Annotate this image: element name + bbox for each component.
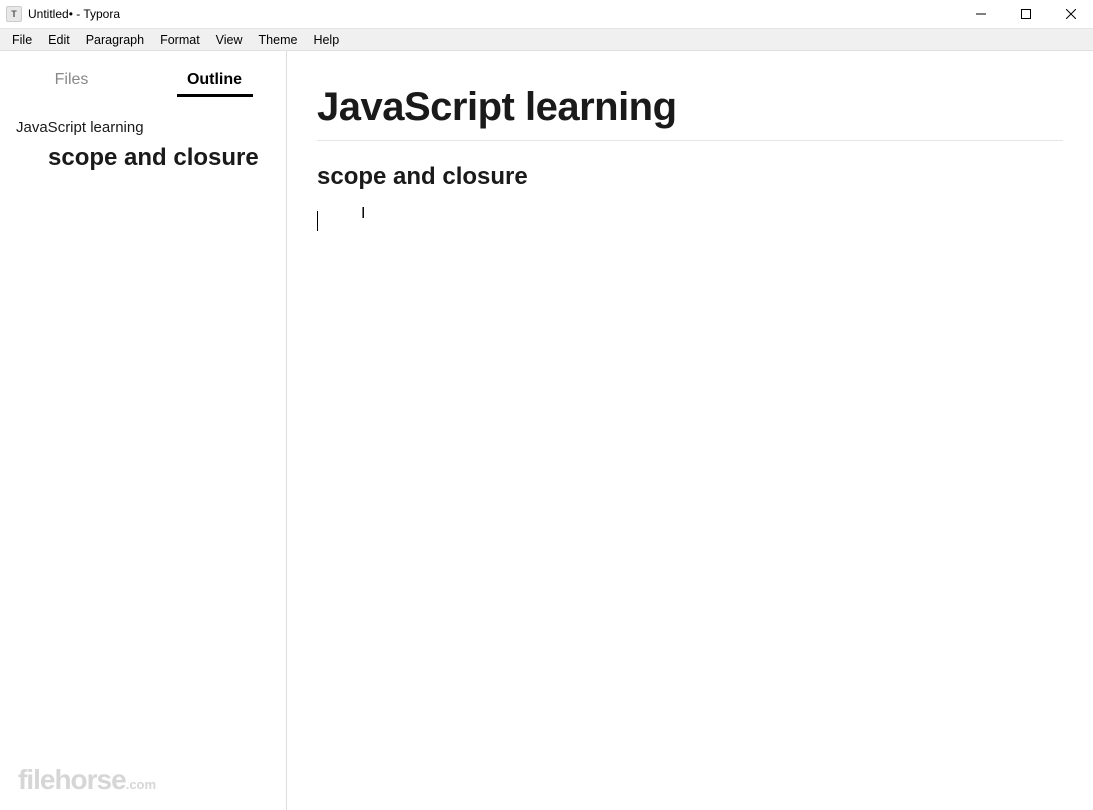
outline-item-h2[interactable]: scope and closure (0, 140, 286, 176)
editor[interactable]: JavaScript learning scope and closure I (287, 51, 1093, 810)
window-title: Untitled• - Typora (28, 7, 120, 21)
minimize-button[interactable] (958, 0, 1003, 28)
titlebar: T Untitled• - Typora (0, 0, 1093, 29)
heading-2[interactable]: scope and closure (317, 163, 1063, 191)
watermark-brand: filehorse (18, 764, 126, 795)
text-cursor (317, 211, 318, 231)
menubar: File Edit Paragraph Format View Theme He… (0, 29, 1093, 51)
outline-list: JavaScript learning scope and closure (0, 97, 286, 194)
content-area: Files Outline JavaScript learning scope … (0, 51, 1093, 810)
close-button[interactable] (1048, 0, 1093, 28)
menu-theme[interactable]: Theme (251, 31, 306, 49)
maximize-button[interactable] (1003, 0, 1048, 28)
menu-help[interactable]: Help (305, 31, 347, 49)
menu-paragraph[interactable]: Paragraph (78, 31, 152, 49)
menu-view[interactable]: View (208, 31, 251, 49)
ibeam-cursor-icon: I (361, 205, 365, 223)
menu-edit[interactable]: Edit (40, 31, 78, 49)
cursor-line[interactable]: I (317, 209, 1063, 229)
app-icon: T (6, 6, 22, 22)
menu-format[interactable]: Format (152, 31, 208, 49)
window-controls (958, 0, 1093, 28)
menu-file[interactable]: File (4, 31, 40, 49)
sidebar: Files Outline JavaScript learning scope … (0, 51, 287, 810)
outline-item-h1[interactable]: JavaScript learning (0, 115, 286, 140)
watermark-suffix: .com (126, 777, 156, 792)
watermark: filehorse.com (18, 764, 156, 796)
sidebar-tabs: Files Outline (0, 51, 286, 97)
heading-1[interactable]: JavaScript learning (317, 85, 1063, 141)
tab-outline[interactable]: Outline (143, 59, 286, 97)
tab-files[interactable]: Files (0, 59, 143, 97)
